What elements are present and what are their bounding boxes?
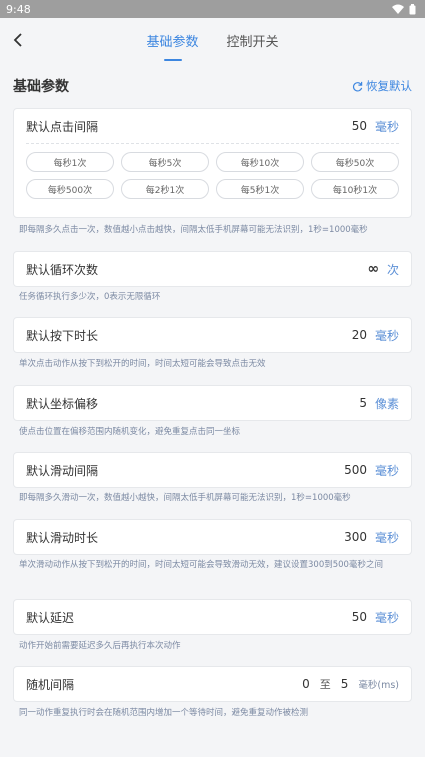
tab-label: 控制开关: [226, 35, 279, 50]
swipe-duration-value[interactable]: 300: [344, 530, 367, 544]
random-interval-min[interactable]: 0: [302, 677, 310, 691]
click-interval-label: 默认点击间隔: [26, 119, 99, 134]
loop-count-row[interactable]: 默认循环次数 ∞ 次: [14, 252, 411, 286]
swipe-interval-unit: 毫秒: [374, 463, 399, 478]
press-duration-desc: 单次点击动作从按下到松开的时间，时间太短可能会导致点击无效: [19, 359, 266, 369]
loop-count-value[interactable]: ∞: [367, 261, 379, 277]
random-interval-desc: 同一动作重复执行时会在随机范围内增加一个等待时间，避免重复动作被检测: [19, 708, 309, 718]
swipe-duration-unit: 毫秒: [374, 530, 399, 545]
coord-offset-value[interactable]: 5: [359, 396, 367, 410]
status-time: 9:48: [6, 2, 31, 16]
swipe-duration-card: 默认滑动时长 300 毫秒: [13, 519, 412, 555]
random-interval-max[interactable]: 5: [341, 677, 349, 691]
swipe-interval-row[interactable]: 默认滑动间隔 500 毫秒: [14, 453, 411, 487]
preset-option[interactable]: 每秒50次: [311, 152, 399, 172]
swipe-duration-desc: 单次滑动动作从按下到松开的时间，时间太短可能会导致滑动无效，建议设置300到50…: [19, 560, 383, 570]
swipe-duration-row[interactable]: 默认滑动时长 300 毫秒: [14, 520, 411, 554]
click-interval-value[interactable]: 50: [352, 119, 367, 133]
tab-control-switches[interactable]: 控制开关: [227, 31, 279, 50]
random-interval-card: 随机间隔 0 至 5 毫秒(ms): [13, 666, 412, 702]
coord-offset-desc: 使点击位置在偏移范围内随机变化，避免重复点击同一坐标: [19, 427, 241, 437]
delay-value[interactable]: 50: [352, 610, 367, 624]
swipe-interval-label: 默认滑动间隔: [26, 463, 99, 478]
press-duration-value[interactable]: 20: [352, 328, 367, 342]
reset-default-button[interactable]: 恢复默认: [352, 78, 412, 94]
coord-offset-unit: 像素: [374, 396, 399, 411]
click-interval-card: 默认点击间隔 50 毫秒 每秒1次 每秒5次 每秒10次 每秒50次 每秒500…: [13, 108, 412, 218]
random-interval-row: 随机间隔 0 至 5 毫秒(ms): [14, 667, 411, 701]
delay-label: 默认延迟: [26, 610, 75, 625]
wifi-icon: [392, 4, 404, 14]
press-duration-card: 默认按下时长 20 毫秒: [13, 317, 412, 353]
press-duration-unit: 毫秒: [374, 328, 399, 343]
tab-bar: 基础参数 控制开关: [0, 31, 425, 61]
reset-label: 恢复默认: [366, 79, 412, 93]
battery-icon: [409, 3, 416, 14]
tab-label: 基础参数: [146, 35, 199, 50]
delay-row[interactable]: 默认延迟 50 毫秒: [14, 600, 411, 634]
press-duration-label: 默认按下时长: [26, 328, 99, 343]
swipe-interval-value[interactable]: 500: [344, 463, 367, 477]
click-interval-unit: 毫秒: [374, 119, 399, 134]
tab-indicator: [164, 59, 183, 61]
top-bar: 基础参数 控制开关: [0, 18, 425, 62]
swipe-duration-label: 默认滑动时长: [26, 530, 99, 545]
preset-option[interactable]: 每5秒1次: [216, 179, 304, 199]
coord-offset-card: 默认坐标偏移 5 像素: [13, 385, 412, 421]
section-title: 基础参数: [13, 79, 69, 95]
coord-offset-row[interactable]: 默认坐标偏移 5 像素: [14, 386, 411, 420]
range-separator: 至: [319, 678, 331, 691]
refresh-icon: [352, 81, 363, 91]
loop-count-desc: 任务循环执行多少次，0表示无限循环: [19, 292, 161, 302]
preset-option[interactable]: 每秒5次: [121, 152, 209, 172]
coord-offset-label: 默认坐标偏移: [26, 396, 99, 411]
delay-card: 默认延迟 50 毫秒: [13, 599, 412, 635]
preset-option[interactable]: 每10秒1次: [311, 179, 399, 199]
delay-unit: 毫秒: [374, 610, 399, 625]
random-interval-unit: 毫秒(ms): [358, 680, 399, 691]
tab-basic-params[interactable]: 基础参数: [146, 31, 199, 61]
swipe-interval-card: 默认滑动间隔 500 毫秒: [13, 452, 412, 488]
swipe-interval-desc: 即每隔多久滑动一次，数值越小越快，间隔太低手机屏幕可能无法识别，1秒=1000毫…: [19, 493, 351, 503]
preset-option[interactable]: 每秒500次: [26, 179, 114, 199]
press-duration-row[interactable]: 默认按下时长 20 毫秒: [14, 318, 411, 352]
status-bar: 9:48: [0, 0, 425, 18]
preset-option[interactable]: 每2秒1次: [121, 179, 209, 199]
status-icons: [392, 3, 416, 15]
preset-option[interactable]: 每秒1次: [26, 152, 114, 172]
click-interval-desc: 即每隔多久点击一次，数值越小点击越快，间隔太低手机屏幕可能无法识别，1秒=100…: [19, 225, 368, 235]
preset-option[interactable]: 每秒10次: [216, 152, 304, 172]
click-interval-presets: 每秒1次 每秒5次 每秒10次 每秒50次 每秒500次 每2秒1次 每5秒1次…: [14, 144, 411, 199]
delay-desc: 动作开始前需要延迟多久后再执行本次动作: [19, 641, 181, 651]
click-interval-row[interactable]: 默认点击间隔 50 毫秒: [14, 109, 411, 143]
section-header: 基础参数 恢复默认: [13, 76, 412, 96]
loop-count-card: 默认循环次数 ∞ 次: [13, 251, 412, 287]
random-interval-label: 随机间隔: [26, 677, 75, 692]
loop-count-label: 默认循环次数: [26, 262, 99, 277]
loop-count-unit: 次: [386, 262, 399, 277]
